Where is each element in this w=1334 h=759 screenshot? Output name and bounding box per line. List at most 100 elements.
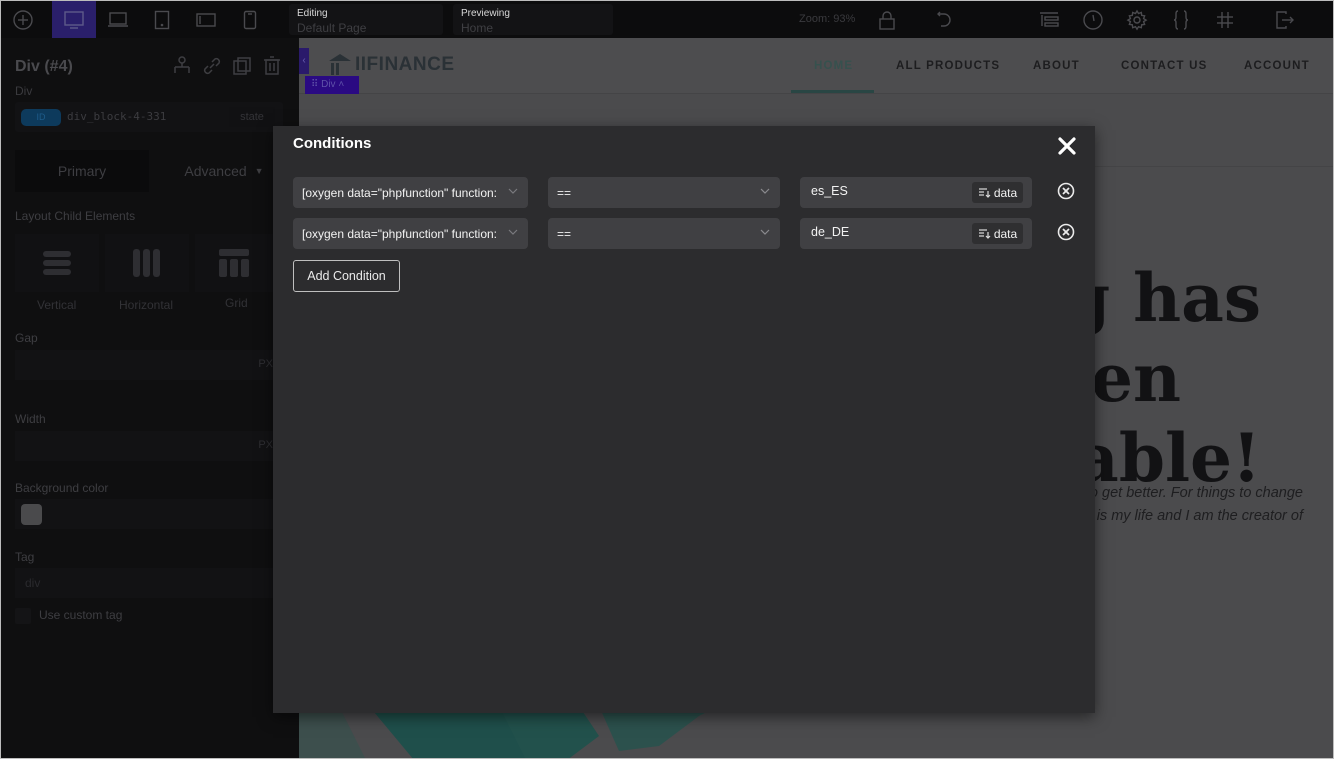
element-title: Div (#4): [15, 58, 73, 75]
nav-contact-us[interactable]: CONTACT US: [1121, 38, 1208, 94]
layout-vertical-button[interactable]: [15, 234, 99, 292]
vertical-layout-icon: [43, 251, 71, 275]
add-condition-button[interactable]: Add Condition: [293, 260, 400, 292]
undo-button[interactable]: [921, 1, 965, 38]
chevron-down-icon: [508, 229, 518, 235]
tag-select[interactable]: div: [15, 568, 285, 598]
drag-handle-icon: ⠿: [311, 79, 322, 90]
condition-field-select[interactable]: [oxygen data="phpfunction" function:: [293, 218, 528, 249]
dynamic-data-label: data: [993, 226, 1018, 241]
leaf-illustration: [299, 706, 719, 758]
hash-icon: [1217, 11, 1233, 28]
history-button[interactable]: [1071, 1, 1115, 38]
condition-row: [oxygen data="phpfunction" function: == …: [293, 177, 1083, 208]
width-input[interactable]: PX: [15, 431, 285, 461]
device-desktop-button[interactable]: [52, 1, 96, 38]
nav-about[interactable]: ABOUT: [1033, 38, 1080, 94]
layout-horizontal-label: Horizontal: [119, 298, 174, 312]
layout-horizontal-button[interactable]: [105, 234, 189, 292]
dynamic-data-icon: [978, 188, 991, 198]
layout-vertical-label: Vertical: [37, 298, 77, 312]
structure-button[interactable]: [1027, 1, 1071, 38]
add-element-button[interactable]: [1, 1, 45, 38]
nav-home[interactable]: HOME: [814, 38, 853, 94]
editing-page-select[interactable]: Editing Default Page: [289, 4, 443, 35]
condition-value-input[interactable]: de_DE data: [800, 218, 1032, 249]
selector-row: ID div_block-4-331 state: [15, 102, 283, 132]
zoom-level: Zoom: 93%: [799, 13, 856, 25]
dynamic-data-button[interactable]: data: [972, 182, 1023, 203]
nav-all-products[interactable]: ALL PRODUCTS: [896, 38, 1000, 94]
previewing-page-select[interactable]: Previewing Home: [453, 4, 613, 35]
gap-input[interactable]: PX: [15, 350, 285, 380]
settings-button[interactable]: [1115, 1, 1159, 38]
device-tablet-button[interactable]: [140, 1, 184, 38]
trash-icon[interactable]: [261, 55, 283, 77]
site-logo[interactable]: IIFINANCE: [327, 52, 455, 78]
nav-account[interactable]: ACCOUNT: [1244, 38, 1310, 94]
hierarchy-icon[interactable]: [171, 55, 193, 77]
hero-illustration: [299, 706, 719, 758]
bg-color-label: Background color: [15, 481, 109, 495]
condition-operator-select[interactable]: ==: [548, 218, 780, 249]
exit-button[interactable]: [1263, 1, 1307, 38]
device-mobile-button[interactable]: [228, 1, 272, 38]
condition-field-select[interactable]: [oxygen data="phpfunction" function:: [293, 177, 528, 208]
grid-button[interactable]: [1203, 1, 1247, 38]
plus-circle-icon: [13, 9, 33, 30]
nav-active-indicator: [791, 90, 874, 93]
condition-operator-value: ==: [557, 185, 572, 200]
gap-label: Gap: [15, 331, 38, 345]
custom-tag-checkbox[interactable]: [15, 608, 31, 624]
bg-color-field: [15, 499, 285, 529]
close-icon: [1058, 137, 1076, 155]
structure-icon: [1040, 11, 1059, 27]
top-toolbar: Editing Default Page Previewing Home Zoo…: [1, 1, 1333, 38]
modal-title: Conditions: [293, 135, 372, 152]
layout-grid-button[interactable]: [195, 234, 273, 292]
condition-value-input[interactable]: es_ES data: [800, 177, 1032, 208]
element-type: Div: [15, 84, 33, 98]
chevron-down-icon: ▼: [254, 166, 264, 176]
tablet-landscape-icon: [196, 12, 216, 27]
lock-button[interactable]: [865, 1, 909, 38]
layout-label: Layout Child Elements: [15, 209, 136, 223]
desktop-icon: [64, 10, 84, 29]
duplicate-icon[interactable]: [231, 55, 253, 77]
dynamic-data-icon: [978, 229, 991, 239]
remove-condition-button[interactable]: [1057, 182, 1075, 200]
exit-icon: [1276, 10, 1294, 29]
width-unit: PX: [258, 439, 273, 451]
chevron-up-icon: ˄: [338, 79, 345, 90]
editing-label: Editing: [297, 8, 328, 19]
device-tablet-landscape-button[interactable]: [184, 1, 228, 38]
site-header: IIFINANCE HOME ALL PRODUCTS ABOUT CONTAC…: [299, 38, 1333, 94]
horizontal-layout-icon: [133, 249, 160, 277]
link-icon[interactable]: [201, 55, 223, 77]
clock-icon: [1083, 9, 1103, 30]
properties-panel: Div (#4) Div ID div_block-4-331 state Pr…: [1, 38, 299, 758]
selector-name[interactable]: div_block-4-331: [67, 110, 166, 123]
grid-layout-icon: [219, 249, 249, 277]
remove-condition-button[interactable]: [1057, 223, 1075, 241]
previewing-value: Home: [461, 21, 494, 35]
id-badge[interactable]: ID: [21, 109, 61, 126]
close-button[interactable]: [1057, 136, 1077, 156]
state-button[interactable]: state: [229, 107, 275, 127]
editing-value: Default Page: [297, 21, 367, 35]
panel-tabs: Primary Advanced ▼: [15, 150, 299, 192]
chevron-down-icon: [508, 188, 518, 194]
tab-advanced-label: Advanced: [184, 163, 247, 179]
tablet-icon: [154, 10, 170, 29]
dynamic-data-label: data: [993, 185, 1018, 200]
condition-operator-select[interactable]: ==: [548, 177, 780, 208]
gap-unit: PX: [258, 358, 273, 370]
bg-color-swatch[interactable]: [21, 504, 42, 525]
element-badge[interactable]: ⠿ Div ˄: [305, 76, 359, 94]
collapse-panel-tab[interactable]: ‹: [299, 48, 309, 74]
width-label: Width: [15, 412, 46, 426]
device-laptop-button[interactable]: [96, 1, 140, 38]
tab-primary[interactable]: Primary: [15, 150, 149, 192]
dynamic-data-button[interactable]: data: [972, 223, 1023, 244]
code-button[interactable]: [1159, 1, 1203, 38]
